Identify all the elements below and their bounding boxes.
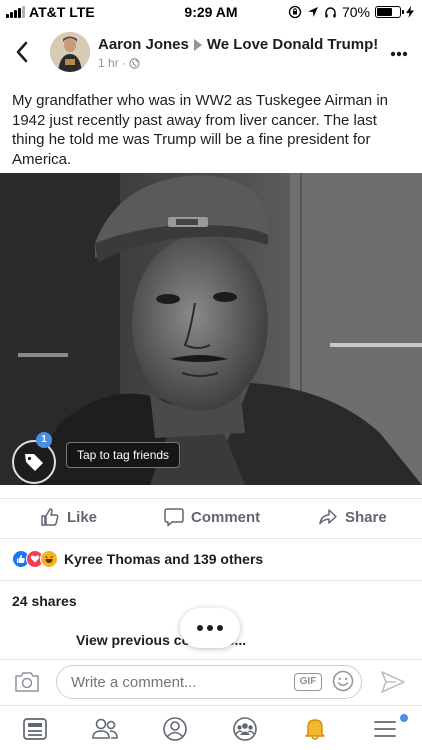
typing-indicator [180,608,240,648]
author-name[interactable]: Aaron Jones [98,36,189,53]
more-options-button[interactable] [390,40,408,63]
comment-button[interactable]: Comment [164,507,260,527]
send-icon [381,671,405,693]
friends-icon [92,718,118,739]
like-button[interactable]: Like [40,507,97,527]
back-button[interactable] [10,38,34,66]
camera-icon [15,672,39,692]
tag-count-badge: 1 [36,432,52,448]
groups-icon [233,717,257,741]
tag-friends-tooltip[interactable]: Tap to tag friends [66,442,181,468]
tab-friends[interactable] [90,714,120,744]
gif-button[interactable]: GIF [294,673,322,691]
camera-button[interactable] [14,670,40,699]
headphones-icon [325,6,336,17]
tab-menu[interactable] [370,714,400,744]
post-actions: Like Comment Share [0,498,422,536]
reactions-label: Kyree Thomas and 139 others [64,550,264,567]
chevron-left-icon [16,41,28,63]
post-header: Aaron Jones We Love Donald Trump! 1 hr · [0,30,422,80]
tab-groups[interactable] [230,714,260,744]
location-icon [307,7,318,17]
bottom-tab-bar [0,705,422,750]
status-bar: AT&T LTE 9:29 AM 70% [0,0,422,24]
post-text: My grandfather who was in WW2 as Tuskege… [12,92,388,168]
share-button[interactable]: Share [318,507,387,527]
reactions-summary[interactable]: Kyree Thomas and 139 others [0,538,422,578]
comment-label: Comment [191,508,261,526]
tag-icon [25,454,43,471]
tab-news-feed[interactable] [20,714,50,744]
charging-bolt-icon [406,6,414,18]
thumbs-up-icon [41,508,59,526]
notifications-icon [305,719,325,740]
more-dots-icon [390,51,408,57]
profile-icon [163,717,187,741]
send-button[interactable] [380,670,406,699]
post-meta: 1 hr · [98,56,140,70]
like-label: Like [67,508,98,526]
reaction-icons [12,549,58,568]
tab-notifications[interactable] [300,714,330,744]
battery-icon [375,6,404,18]
news-feed-icon [23,718,47,740]
status-icons: 70% [288,4,414,20]
tab-profile[interactable] [160,714,190,744]
comment-bubble-icon [164,508,184,527]
author-group-line: Aaron Jones We Love Donald Trump! [98,36,378,53]
emoji-button[interactable] [332,670,354,697]
group-name[interactable]: We Love Donald Trump! [207,36,378,53]
post-time[interactable]: 1 hr · [98,56,126,70]
post-photo[interactable] [0,173,422,485]
tag-friends-button[interactable] [12,440,56,484]
smiley-icon [332,670,354,692]
share-arrow-icon [319,509,337,525]
arrow-right-icon [193,38,202,51]
haha-reaction-icon [40,549,58,568]
menu-icon [374,721,396,737]
battery-percent: 70% [341,4,370,20]
menu-notification-dot [400,714,408,722]
share-label: Share [345,508,387,526]
comment-composer: GIF [0,659,422,705]
author-avatar[interactable] [50,32,90,72]
rotation-lock-icon [288,5,302,19]
globe-icon [129,57,140,69]
